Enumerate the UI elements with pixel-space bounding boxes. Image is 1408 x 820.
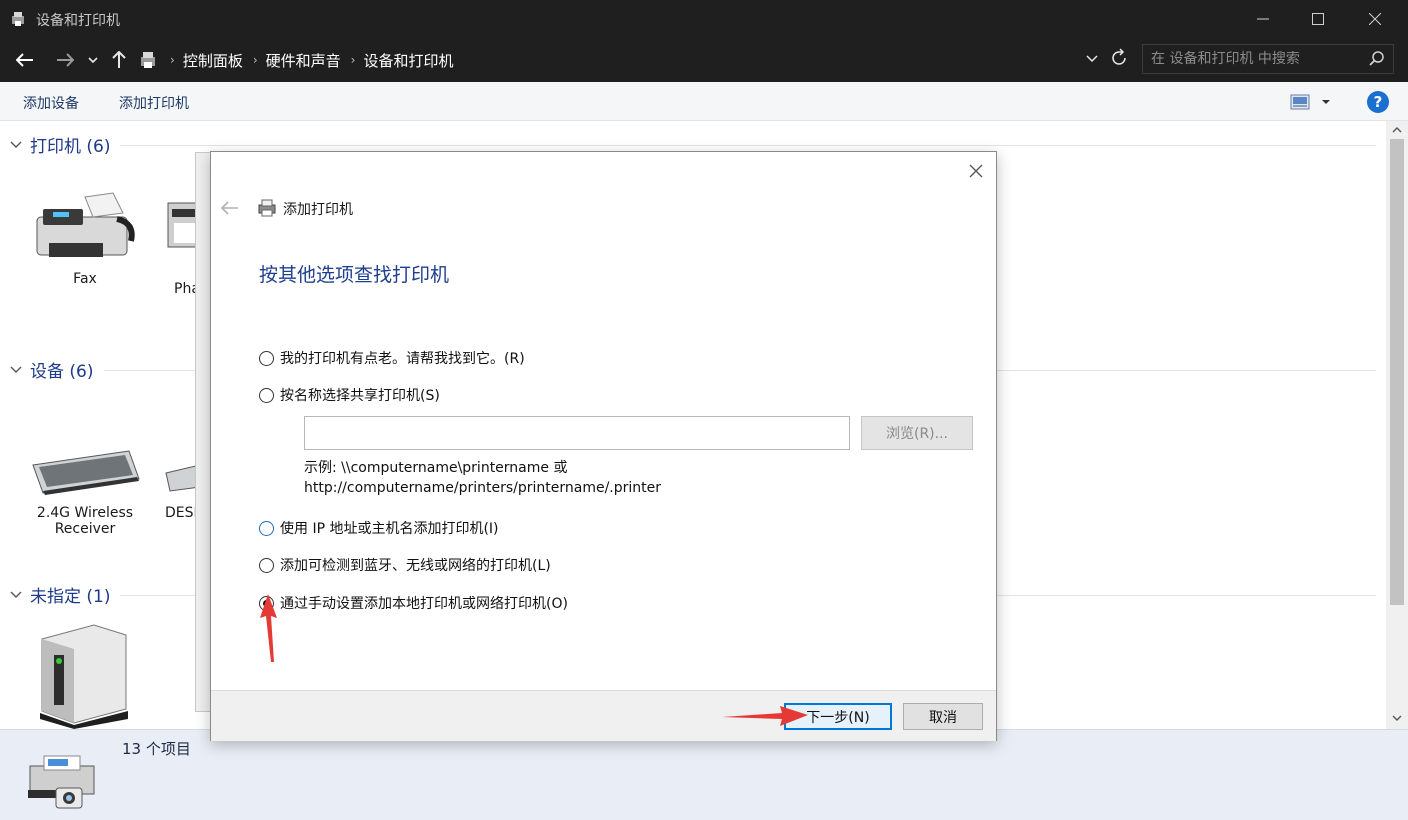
- back-button[interactable]: [12, 46, 38, 74]
- chevron-right-icon: ›: [350, 53, 356, 67]
- view-options-icon[interactable]: [1290, 94, 1310, 110]
- keyboard-icon: [32, 450, 140, 495]
- unspecified-section-label: 未指定 (1): [30, 586, 111, 607]
- option-manual-settings[interactable]: 通过手动设置添加本地打印机或网络打印机(O): [259, 593, 568, 613]
- forward-button[interactable]: [52, 46, 78, 74]
- scroll-down-icon[interactable]: [1391, 713, 1403, 723]
- printer-camera-icon: [28, 755, 95, 809]
- chevron-down-icon: [88, 57, 98, 64]
- address-dropdown-icon[interactable]: [1084, 50, 1100, 66]
- example-text: 示例: \\computername\printername 或 http://…: [304, 458, 661, 498]
- refresh-icon[interactable]: [1108, 47, 1130, 69]
- option-shared-by-name[interactable]: 按名称选择共享打印机(S): [259, 385, 440, 405]
- dialog-footer: 下一步(N) 取消: [211, 690, 996, 741]
- breadcrumb-devices-printers[interactable]: 设备和打印机: [363, 50, 453, 71]
- keyboard-icon: [165, 464, 201, 492]
- command-bar: 添加设备 添加打印机 ?: [0, 82, 1408, 121]
- device-label: Fax: [73, 271, 97, 287]
- browse-button[interactable]: 浏览(R)...: [861, 416, 973, 450]
- option-bluetooth-wireless[interactable]: 添加可检测到蓝牙、无线或网络的打印机(L): [259, 555, 551, 575]
- device-pha[interactable]: Pha: [160, 187, 209, 297]
- radio-old-printer[interactable]: [259, 350, 274, 366]
- help-icon[interactable]: ?: [1366, 90, 1390, 114]
- arrow-up-icon: [112, 51, 126, 68]
- devices-section-header[interactable]: 设备 (6): [10, 357, 94, 382]
- option-label: 按名称选择共享打印机(S): [280, 388, 440, 404]
- printer-icon: [167, 202, 209, 248]
- chevron-down-icon: [10, 591, 22, 598]
- add-printer-dialog: 添加打印机 按其他选项查找打印机 我的打印机有点老。请帮我找到它。(R) 按名称…: [210, 151, 997, 741]
- option-old-printer[interactable]: 我的打印机有点老。请帮我找到它。(R): [259, 348, 525, 368]
- printer-name-input[interactable]: [304, 416, 850, 450]
- add-device-button[interactable]: 添加设备: [23, 93, 79, 113]
- item-count: 13 个项目: [122, 740, 191, 758]
- chevron-right-icon: ›: [252, 53, 258, 67]
- address-box[interactable]: › 控制面板 › 硬件和声音 › 设备和打印机: [132, 44, 1132, 76]
- title-bar: 设备和打印机: [0, 0, 1408, 38]
- search-box[interactable]: [1142, 44, 1394, 74]
- dialog-close-icon[interactable]: [967, 162, 985, 180]
- up-button[interactable]: [108, 46, 130, 74]
- radio-manual-settings[interactable]: [259, 595, 274, 611]
- dialog-title: 添加打印机: [283, 202, 353, 218]
- minimize-icon: [1257, 18, 1269, 20]
- option-label: 通过手动设置添加本地打印机或网络打印机(O): [280, 596, 568, 612]
- search-input[interactable]: [1151, 49, 1361, 69]
- search-icon[interactable]: [1369, 51, 1385, 67]
- chevron-down-icon[interactable]: [1320, 97, 1332, 107]
- arrow-right-icon: [57, 53, 74, 67]
- address-bar: › 控制面板 › 硬件和声音 › 设备和打印机: [0, 38, 1408, 82]
- printers-section-header[interactable]: 打印机 (6): [10, 132, 111, 157]
- dialog-back-icon[interactable]: [221, 200, 239, 216]
- chevron-right-icon: ›: [170, 53, 175, 67]
- next-button[interactable]: 下一步(N): [784, 703, 892, 730]
- example-line-1: 示例: \\computername\printername 或: [304, 460, 568, 476]
- close-icon: [1369, 13, 1381, 25]
- devices-printers-icon: [141, 52, 155, 68]
- device-desktop[interactable]: DESI: [160, 441, 201, 521]
- section-divider: [120, 145, 1376, 146]
- devices-section-label: 设备 (6): [30, 361, 94, 382]
- option-label: 我的打印机有点老。请帮我找到它。(R): [280, 351, 525, 367]
- vertical-scrollbar[interactable]: [1386, 121, 1408, 729]
- device-computer[interactable]: [36, 621, 132, 729]
- minimize-button[interactable]: [1240, 0, 1286, 38]
- dialog-heading: 按其他选项查找打印机: [259, 264, 450, 286]
- printers-section-label: 打印机 (6): [30, 136, 111, 157]
- device-wireless-receiver[interactable]: 2.4G Wireless Receiver: [25, 441, 145, 537]
- option-label: 使用 IP 地址或主机名添加打印机(I): [280, 521, 499, 537]
- computer-tower-icon: [40, 624, 128, 729]
- recent-locations-button[interactable]: [86, 46, 100, 74]
- example-line-2: http://computername/printers/printername…: [304, 480, 662, 496]
- add-printer-button[interactable]: 添加打印机: [119, 93, 189, 113]
- breadcrumb-control-panel[interactable]: 控制面板: [183, 50, 243, 71]
- arrow-left-icon: [16, 53, 33, 67]
- printer-icon: [258, 199, 276, 217]
- option-label: 添加可检测到蓝牙、无线或网络的打印机(L): [280, 558, 551, 574]
- svg-text:?: ?: [1374, 93, 1383, 111]
- maximize-icon: [1312, 13, 1324, 25]
- cancel-button[interactable]: 取消: [903, 703, 983, 730]
- device-label-line2: Receiver: [54, 521, 116, 537]
- chevron-down-icon: [10, 141, 22, 148]
- details-pane: 13 个项目: [0, 729, 1408, 820]
- radio-bluetooth-wireless[interactable]: [259, 557, 274, 573]
- chevron-down-icon: [10, 366, 22, 373]
- fax-icon: [36, 192, 135, 257]
- radio-shared-by-name[interactable]: [259, 387, 274, 403]
- close-button[interactable]: [1352, 0, 1398, 38]
- device-label-line1: 2.4G Wireless: [36, 505, 134, 521]
- devices-printers-icon: [12, 12, 24, 26]
- device-fax[interactable]: Fax: [25, 187, 145, 287]
- scrollbar-thumb[interactable]: [1390, 139, 1404, 605]
- maximize-button[interactable]: [1295, 0, 1341, 38]
- breadcrumb-hardware-sound[interactable]: 硬件和声音: [266, 50, 341, 71]
- radio-ip-hostname[interactable]: [259, 520, 274, 536]
- window-title: 设备和打印机: [36, 13, 120, 29]
- option-ip-hostname[interactable]: 使用 IP 地址或主机名添加打印机(I): [259, 518, 499, 538]
- unspecified-section-header[interactable]: 未指定 (1): [10, 582, 111, 607]
- scroll-up-icon[interactable]: [1391, 125, 1403, 135]
